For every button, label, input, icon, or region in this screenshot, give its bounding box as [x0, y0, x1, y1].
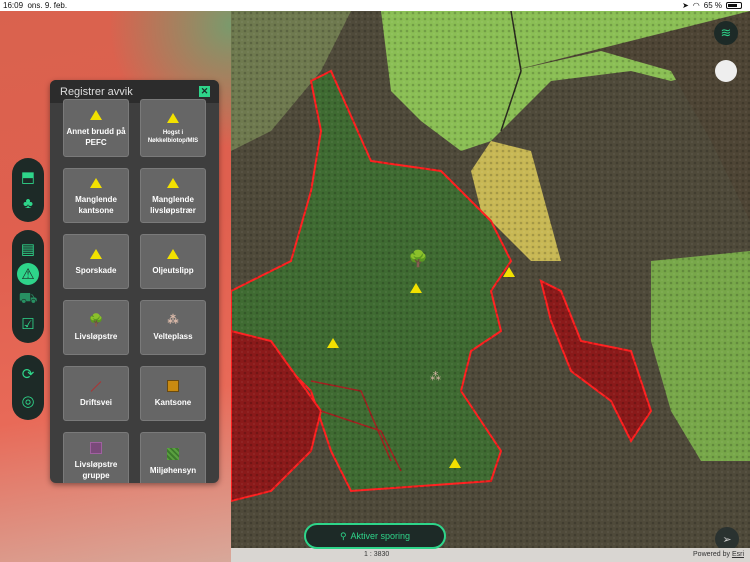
- warning-icon: [90, 249, 102, 259]
- purple-square-icon: [90, 442, 102, 454]
- battery-icon: [726, 2, 742, 9]
- truck-icon: ⛟: [18, 289, 38, 307]
- warning-icon: [90, 110, 102, 120]
- location-icon: ➤: [682, 1, 689, 10]
- trees-icon: ♣: [23, 194, 33, 212]
- layers-button[interactable]: ≋: [714, 21, 738, 45]
- register-deviation-panel: Registrer avvik ✕ Annet brudd på PEFC Hog…: [50, 80, 219, 483]
- sync-button[interactable]: ⟳: [17, 363, 39, 385]
- toolbar-group-2: ▤ ⚠ ⛟ ☑: [12, 230, 44, 343]
- map-download-icon: ⬒: [20, 169, 36, 186]
- activate-tracking-button[interactable]: ⚲ Aktiver sporing: [304, 523, 446, 549]
- forest-button[interactable]: ♣: [17, 192, 39, 214]
- panel-title: Registrer avvik: [60, 85, 133, 98]
- checklist-button[interactable]: ☑: [17, 313, 39, 335]
- item-annet-brudd[interactable]: Annet brudd på PEFC: [63, 99, 129, 157]
- map-footer: 1 : 3830 Powered by Esri: [231, 548, 750, 562]
- item-velteplass[interactable]: ⁂ Velteplass: [140, 300, 206, 355]
- map-view[interactable]: 🌳 ⁂: [231, 11, 750, 548]
- warning-marker-icon[interactable]: [410, 283, 422, 293]
- compass-button[interactable]: [715, 60, 737, 82]
- tree-marker-icon[interactable]: 🌳: [408, 249, 428, 269]
- oil-warning-marker-icon[interactable]: [327, 338, 339, 348]
- add-warning-icon: ⚠: [21, 265, 35, 283]
- close-button[interactable]: ✕: [199, 86, 210, 97]
- tape-measure-icon: ◎: [21, 392, 35, 410]
- measure-button[interactable]: ◎: [17, 390, 39, 412]
- warning-icon: [167, 177, 179, 188]
- close-icon: ✕: [200, 86, 209, 96]
- line-icon: [90, 380, 102, 392]
- status-bar: 16:09 ons. 9. feb. ➤ ◠ 65 %: [0, 0, 750, 11]
- item-oljeutslipp[interactable]: Oljeutslipp: [140, 234, 206, 289]
- layers-icon: ≋: [720, 25, 732, 40]
- sync-icon: ⟳: [21, 366, 35, 384]
- item-hogst-nokkelbiotop[interactable]: Hogst i Nøkkelbiotop/MIS: [140, 99, 206, 157]
- tree-icon: 🌳: [88, 312, 104, 327]
- item-livslopstre[interactable]: 🌳 Livsløpstre: [63, 300, 129, 355]
- route-icon: ⚲: [339, 530, 347, 541]
- item-manglende-livslopstraer[interactable]: Manglende livsløpstrær: [140, 168, 206, 223]
- warning-marker-icon[interactable]: [449, 458, 461, 468]
- status-time-date: 16:09 ons. 9. feb.: [3, 1, 68, 10]
- green-hatch-icon: [167, 447, 179, 460]
- esri-link[interactable]: Esri: [732, 551, 744, 558]
- toolbar-group-3: ⟳ ◎: [12, 355, 44, 420]
- toolbar-group-1: ⬒ ♣: [12, 158, 44, 222]
- warning-marker-icon[interactable]: [503, 267, 515, 277]
- scale-label: 1 : 3830: [364, 551, 390, 558]
- warning-icon: [167, 113, 179, 123]
- item-sporskade[interactable]: Sporskade: [63, 234, 129, 289]
- item-manglende-kantsone[interactable]: Manglende kantsone: [63, 168, 129, 223]
- attribution: Powered by Esri: [693, 551, 744, 558]
- clipboard-check-icon: ☑: [21, 316, 35, 334]
- oil-warning-icon: [167, 249, 179, 259]
- item-miljohensyn[interactable]: Miljøhensyn: [140, 432, 206, 483]
- map-download-button[interactable]: ⬒: [17, 166, 39, 188]
- warning-icon: [90, 177, 102, 188]
- document-button[interactable]: ▤: [17, 238, 39, 260]
- item-kantsone[interactable]: Kantsone: [140, 366, 206, 421]
- item-livslopstre-gruppe[interactable]: Livsløpstre gruppe: [63, 432, 129, 483]
- machine-button[interactable]: ⛟: [17, 288, 39, 310]
- log-pile-icon: ⁂: [167, 313, 179, 326]
- orange-square-icon: [167, 380, 179, 392]
- log-pile-marker-icon[interactable]: ⁂: [430, 370, 441, 383]
- battery-percent: 65 %: [703, 1, 722, 10]
- navigation-arrow-icon: ➢: [722, 533, 732, 546]
- item-driftsvei[interactable]: Driftsvei: [63, 366, 129, 421]
- wifi-icon: ◠: [692, 1, 700, 10]
- document-icon: ▤: [20, 240, 36, 258]
- register-deviation-button[interactable]: ⚠: [17, 262, 39, 285]
